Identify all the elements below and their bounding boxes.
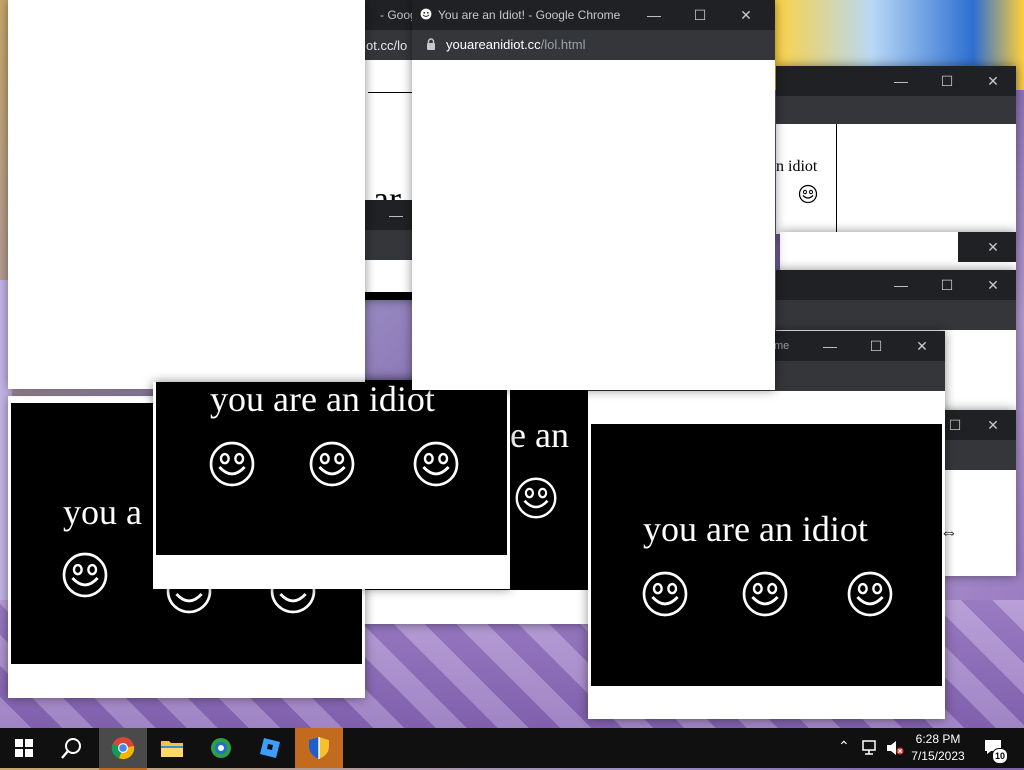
url-fragment: ot.cc/lo <box>366 38 408 53</box>
resize-cursor-icon: ⇔ <box>940 522 958 542</box>
smiley-icon <box>412 440 460 488</box>
idiot-text-fragment: e an <box>510 415 569 455</box>
maximize-icon[interactable]: ☐ <box>853 331 899 361</box>
page-fragment: n idiot <box>776 124 837 232</box>
close-icon[interactable]: ✕ <box>970 270 1016 300</box>
minimize-icon[interactable]: — <box>631 0 677 30</box>
idiot-text: you are an idiot <box>210 382 435 419</box>
chevron-up-icon[interactable]: ⌃ <box>838 738 850 755</box>
minimize-icon[interactable]: — <box>878 66 924 96</box>
close-icon[interactable]: ✕ <box>970 410 1016 440</box>
taskbar-photos[interactable] <box>197 728 245 768</box>
popup-window-main[interactable]: You are an Idiot! - Google Chrome — ☐ ✕ … <box>412 0 775 390</box>
url-domain: youareanidiot.cc <box>446 37 541 52</box>
network-icon[interactable] <box>862 740 880 761</box>
popup-window-center[interactable]: you are an idiot <box>153 382 510 589</box>
clock-time[interactable]: 6:28 PM <box>898 732 978 746</box>
smiley-icon <box>514 476 558 520</box>
smiley-icon <box>846 570 894 618</box>
shield-icon <box>309 737 329 759</box>
taskbar-roblox-studio[interactable] <box>246 728 294 768</box>
roblox-studio-icon <box>260 738 280 758</box>
minimize-icon[interactable]: — <box>878 270 924 300</box>
idiot-text-fragment: you a <box>63 492 142 532</box>
title-bar[interactable]: — ☐ ✕ <box>776 270 1016 300</box>
windows-logo-icon <box>15 739 33 757</box>
taskbar-chrome[interactable] <box>99 728 147 770</box>
folder-icon <box>161 741 183 757</box>
taskbar: ⌃ 6:28 PM 7/15/2023 10 <box>0 728 1024 770</box>
maximize-icon[interactable]: ☐ <box>677 0 723 30</box>
idiot-text: you are an idiot <box>643 509 868 549</box>
clock-date[interactable]: 7/15/2023 <box>898 749 978 763</box>
minimize-icon[interactable]: — <box>376 200 416 230</box>
address-bar[interactable]: youareanidiot.cc/lol.html <box>412 30 775 60</box>
smiley-icon <box>61 551 109 599</box>
maximize-icon[interactable]: ☐ <box>924 66 970 96</box>
idiot-content: you are an idiot <box>156 382 507 555</box>
popup-window-right-mid[interactable]: ✕ <box>780 232 1016 272</box>
idiot-text-fragment: n idiot <box>776 158 818 175</box>
address-bar[interactable] <box>776 96 1016 124</box>
page-content <box>412 60 772 386</box>
search-icon <box>61 738 81 759</box>
smiley-icon <box>308 440 356 488</box>
smiley-icon <box>641 570 689 618</box>
smiley-icon <box>208 440 256 488</box>
close-icon[interactable]: ✕ <box>723 0 769 30</box>
taskbar-security[interactable] <box>295 728 343 768</box>
url-path: /lol.html <box>540 37 586 52</box>
taskbar-file-explorer[interactable] <box>148 728 196 768</box>
photos-icon <box>211 738 231 758</box>
close-icon[interactable]: ✕ <box>899 331 945 361</box>
notification-count-badge: 10 <box>992 748 1008 764</box>
smiley-favicon-icon <box>420 8 432 20</box>
idiot-content: you are an idiot <box>591 424 942 686</box>
chrome-icon <box>111 737 135 760</box>
close-icon[interactable]: ✕ <box>970 232 1016 262</box>
close-icon[interactable]: ✕ <box>970 66 1016 96</box>
title-bar[interactable]: You are an Idiot! - Google Chrome — ☐ ✕ <box>412 0 775 30</box>
maximize-icon[interactable]: ☐ <box>924 270 970 300</box>
address-bar[interactable] <box>776 300 1016 330</box>
title-bar[interactable]: ✕ <box>958 232 1016 262</box>
popup-window-top-left[interactable] <box>8 0 365 389</box>
lock-icon <box>426 38 436 50</box>
search-button[interactable] <box>48 728 96 768</box>
url-text: youareanidiot.cc/lol.html <box>446 37 585 52</box>
popup-window-right-top[interactable]: — ☐ ✕ n idiot <box>776 66 1016 234</box>
window-title-fragment: me <box>774 340 790 352</box>
title-bar[interactable]: — ☐ ✕ <box>776 66 1016 96</box>
start-button[interactable] <box>0 728 48 768</box>
smiley-icon <box>741 570 789 618</box>
window-title: You are an Idiot! - Google Chrome <box>438 8 621 22</box>
smiley-icon <box>798 184 818 204</box>
minimize-icon[interactable]: — <box>807 331 853 361</box>
